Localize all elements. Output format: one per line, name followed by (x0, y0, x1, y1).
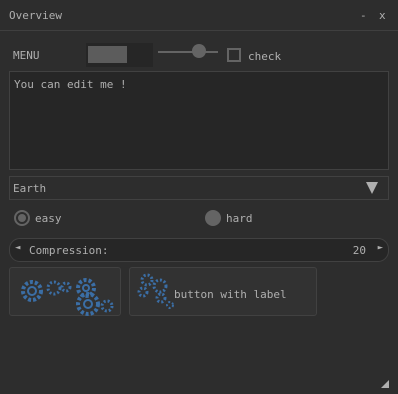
menu-swatch[interactable] (88, 46, 127, 63)
compression-property[interactable]: ◄ Compression: 20 ► (9, 238, 389, 262)
slider-track[interactable] (158, 51, 218, 53)
resize-handle-icon[interactable] (381, 380, 389, 388)
increment-arrow-icon[interactable]: ► (378, 243, 383, 253)
title-bar[interactable]: Overview - x (0, 0, 398, 31)
minimize-button[interactable]: - (360, 9, 367, 22)
property-value[interactable]: 20 (353, 244, 366, 257)
radio-hard-label[interactable]: hard (226, 212, 253, 225)
gears-icon (21, 278, 114, 316)
check-checkbox[interactable] (227, 48, 241, 62)
radio-dot (18, 214, 26, 222)
decrement-arrow-icon[interactable]: ◄ (15, 243, 20, 253)
check-label[interactable]: check (248, 50, 281, 63)
triangle-down-icon[interactable] (366, 182, 378, 194)
overview-window: Overview - x MENU check You can edit me … (0, 0, 398, 394)
combobox-selected: Earth (13, 182, 47, 195)
button-with-label[interactable]: button with label (129, 267, 317, 316)
radio-easy-label[interactable]: easy (35, 212, 62, 225)
menu-label[interactable]: MENU (13, 49, 40, 62)
close-button[interactable]: x (379, 9, 386, 22)
button-label: button with label (174, 288, 287, 301)
text-editor[interactable]: You can edit me ! (9, 71, 389, 170)
radio-hard[interactable] (205, 210, 221, 226)
slider-knob[interactable] (192, 44, 206, 58)
window-title: Overview (9, 9, 62, 22)
menu-widget[interactable] (86, 43, 153, 67)
image-button[interactable] (9, 267, 121, 316)
gears-icon (137, 273, 174, 309)
radio-easy[interactable] (14, 210, 30, 226)
property-label: Compression: (29, 244, 109, 257)
planet-combobox[interactable]: Earth (9, 176, 389, 200)
